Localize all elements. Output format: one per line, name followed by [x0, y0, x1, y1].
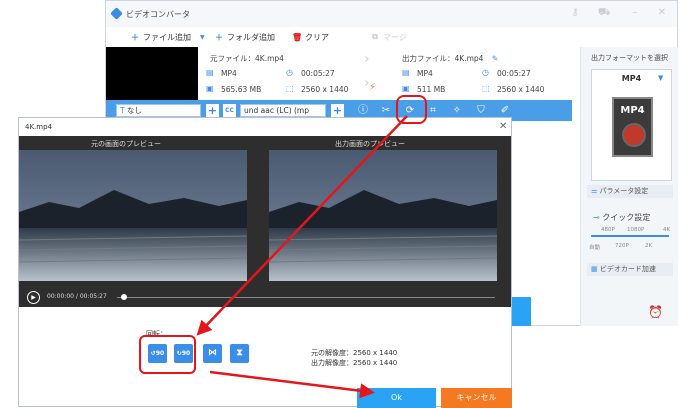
annotation-arrows [196, 115, 408, 399]
